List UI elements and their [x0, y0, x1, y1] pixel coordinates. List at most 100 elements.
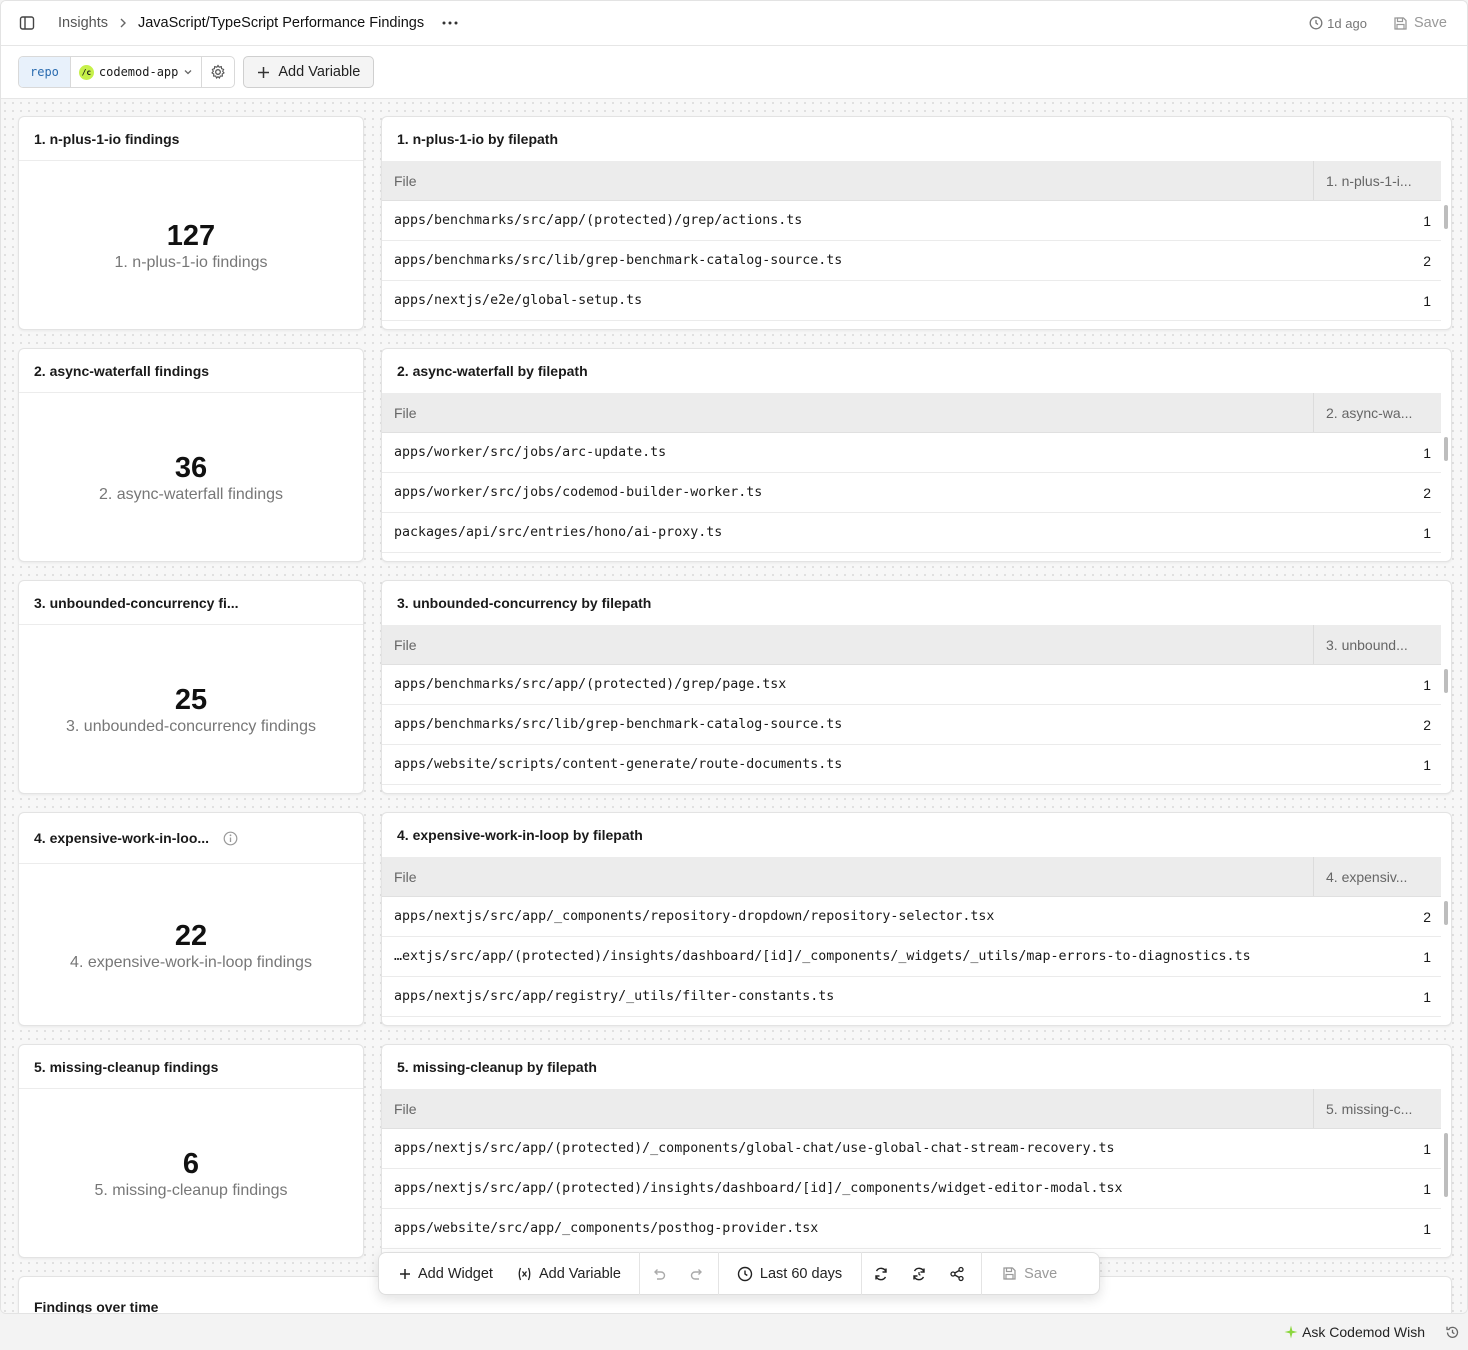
stat-value: 127: [166, 220, 216, 252]
repo-variable-chip: repo /c codemod-app: [18, 56, 236, 88]
clock-icon: [737, 1266, 753, 1281]
gear-icon[interactable]: [202, 57, 234, 87]
ask-codemod-button[interactable]: Ask Codemod Wish: [1284, 1324, 1425, 1340]
file-cell: apps/nextjs/e2e/global-setup.ts: [394, 293, 643, 308]
history-icon[interactable]: [1445, 1325, 1460, 1340]
column-header-count[interactable]: 5. missing-c...: [1313, 1089, 1441, 1128]
table-row[interactable]: apps/website/scripts/content-generate/ro…: [382, 745, 1441, 785]
widget-title: 4. expensive-work-in-loo...: [34, 830, 210, 846]
column-header-count[interactable]: 3. unbound...: [1313, 625, 1441, 664]
column-header-count[interactable]: 2. async-wa...: [1313, 393, 1441, 432]
widget-title: 2. async-waterfall by filepath: [397, 363, 588, 379]
table-scrollbar[interactable]: [1444, 437, 1448, 461]
dashboard-window: Insights JavaScript/TypeScript Performan…: [0, 0, 1468, 1314]
table-scrollbar[interactable]: [1444, 1133, 1448, 1197]
count-cell: 2: [1423, 252, 1431, 269]
column-header-file[interactable]: File: [382, 1089, 1313, 1128]
table-row[interactable]: apps/benchmarks/src/app/(protected)/grep…: [382, 201, 1441, 241]
table-widget[interactable]: 5. missing-cleanup by filepath File 5. m…: [381, 1044, 1452, 1258]
stat-body: 36 2. async-waterfall findings: [19, 393, 363, 561]
sparkle-icon: [1284, 1325, 1298, 1339]
table-scrollbar[interactable]: [1444, 669, 1448, 693]
column-header-file[interactable]: File: [382, 393, 1313, 432]
table-row[interactable]: apps/nextjs/src/app/(protected)/_compone…: [382, 1129, 1441, 1169]
table-row[interactable]: packages/api/src/entries/hono/ai-proxy.t…: [382, 513, 1441, 553]
stat-value: 25: [174, 684, 208, 716]
time-range-button[interactable]: Last 60 days: [719, 1253, 861, 1294]
dashboard-canvas: 1. n-plus-1-io findings 127 1. n-plus-1-…: [1, 99, 1467, 1313]
file-cell: apps/benchmarks/src/lib/grep-benchmark-c…: [394, 717, 843, 732]
table-row[interactable]: apps/benchmarks/src/lib/grep-benchmark-c…: [382, 241, 1441, 281]
table-widget[interactable]: 4. expensive-work-in-loop by filepath Fi…: [381, 812, 1452, 1026]
add-variable-button[interactable]: Add Variable: [243, 56, 375, 88]
file-cell: apps/website/src/app/_components/posthog…: [394, 1221, 819, 1236]
column-header-file[interactable]: File: [382, 625, 1313, 664]
table-header: File 4. expensiv...: [382, 857, 1441, 897]
repo-select-value: codemod-app: [98, 65, 179, 79]
table-widget[interactable]: 1. n-plus-1-io by filepath File 1. n-plu…: [381, 116, 1452, 330]
table-row[interactable]: apps/nextjs/src/app/registry/_utils/filt…: [382, 977, 1441, 1017]
file-cell: apps/nextjs/src/app/registry/_utils/filt…: [394, 989, 835, 1004]
table-body: apps/nextjs/src/app/_components/reposito…: [382, 897, 1451, 1017]
count-cell: 1: [1423, 1180, 1431, 1197]
table-row[interactable]: apps/nextjs/src/app/_components/reposito…: [382, 897, 1441, 937]
repo-logo-icon: /c: [78, 64, 94, 80]
table-row[interactable]: apps/worker/src/jobs/arc-update.ts 1: [382, 433, 1441, 473]
table-widget[interactable]: 2. async-waterfall by filepath File 2. a…: [381, 348, 1452, 562]
floating-toolbar: Add Widget Add Variable Last 60 days Sav…: [378, 1252, 1100, 1295]
info-icon[interactable]: [223, 831, 238, 846]
toolbar-add-variable-label: Add Variable: [538, 1265, 621, 1282]
column-header-count[interactable]: 4. expensiv...: [1313, 857, 1441, 896]
table-row[interactable]: apps/nextjs/e2e/global-setup.ts 1: [382, 281, 1441, 321]
count-cell: 2: [1423, 716, 1431, 733]
table-row[interactable]: apps/benchmarks/src/app/(protected)/grep…: [382, 665, 1441, 705]
table-row[interactable]: …extjs/src/app/(protected)/insights/dash…: [382, 937, 1441, 977]
column-header-file[interactable]: File: [382, 857, 1313, 896]
column-header-count[interactable]: 1. n-plus-1-i...: [1313, 161, 1441, 200]
table-row[interactable]: apps/nextjs/src/app/(protected)/insights…: [382, 1169, 1441, 1209]
count-cell: 1: [1423, 212, 1431, 229]
table-widget[interactable]: 3. unbounded-concurrency by filepath Fil…: [381, 580, 1452, 794]
share-icon[interactable]: [938, 1253, 976, 1294]
table-row[interactable]: apps/worker/src/jobs/codemod-builder-wor…: [382, 473, 1441, 513]
column-header-file[interactable]: File: [382, 161, 1313, 200]
stat-widget[interactable]: 3. unbounded-concurrency fi... 25 3. unb…: [18, 580, 364, 794]
stat-widget[interactable]: 1. n-plus-1-io findings 127 1. n-plus-1-…: [18, 116, 364, 330]
count-cell: 1: [1423, 524, 1431, 541]
file-cell: apps/worker/src/jobs/codemod-builder-wor…: [394, 485, 763, 500]
widget-title: 1. n-plus-1-io findings: [19, 117, 363, 161]
table-row[interactable]: apps/benchmarks/src/lib/grep-benchmark-c…: [382, 705, 1441, 745]
file-cell: apps/nextjs/src/app/(protected)/insights…: [394, 1181, 1123, 1196]
stat-label: 1. n-plus-1-io findings: [114, 254, 268, 271]
stat-widget[interactable]: 4. expensive-work-in-loo... 22 4. expens…: [18, 812, 364, 1026]
table-scrollbar[interactable]: [1444, 205, 1448, 229]
plus-icon: [258, 66, 270, 78]
widget-title: 5. missing-cleanup findings: [19, 1045, 363, 1089]
undo-icon[interactable]: [640, 1253, 678, 1294]
refresh-icon[interactable]: [862, 1253, 900, 1294]
more-horizontal-icon[interactable]: [438, 11, 462, 35]
table-row[interactable]: apps/website/src/app/_components/posthog…: [382, 1209, 1441, 1249]
variable-icon: [518, 1267, 531, 1280]
stat-widget[interactable]: 2. async-waterfall findings 36 2. async-…: [18, 348, 364, 562]
header-save-button[interactable]: Save: [1393, 15, 1447, 31]
widget-title-row: 4. expensive-work-in-loo...: [19, 813, 363, 864]
add-widget-button[interactable]: Add Widget: [379, 1253, 503, 1294]
count-cell: 1: [1423, 676, 1431, 693]
sidebar-toggle-icon[interactable]: [17, 13, 37, 33]
toolbar-save-button[interactable]: Save: [982, 1253, 1067, 1294]
toolbar-save-label: Save: [1024, 1265, 1058, 1282]
file-cell: …extjs/src/app/(protected)/insights/dash…: [394, 949, 1251, 964]
count-cell: 1: [1423, 292, 1431, 309]
plus-icon: [400, 1268, 410, 1279]
redo-icon[interactable]: [678, 1253, 716, 1294]
repo-select[interactable]: /c codemod-app: [71, 57, 203, 87]
breadcrumb-insights[interactable]: Insights: [58, 15, 108, 31]
auto-refresh-icon[interactable]: [900, 1253, 938, 1294]
toolbar-add-variable-button[interactable]: Add Variable: [503, 1253, 639, 1294]
count-cell: 1: [1423, 1220, 1431, 1237]
stat-body: 6 5. missing-cleanup findings: [19, 1089, 363, 1257]
table-scrollbar[interactable]: [1444, 901, 1448, 925]
ask-codemod-label: Ask Codemod Wish: [1302, 1324, 1425, 1340]
stat-widget[interactable]: 5. missing-cleanup findings 6 5. missing…: [18, 1044, 364, 1258]
